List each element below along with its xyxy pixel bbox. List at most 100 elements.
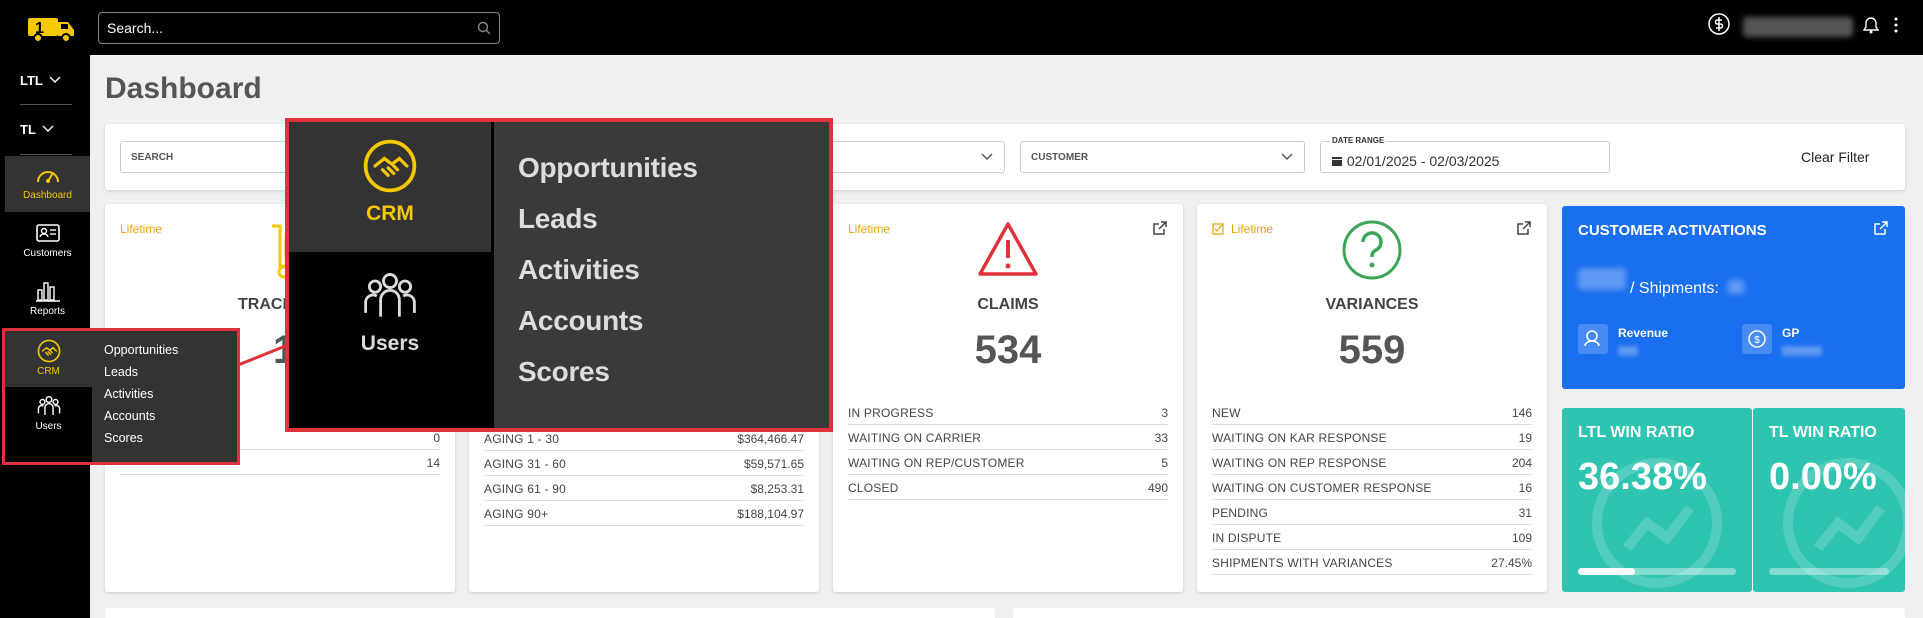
row-value: $59,571.65 (743, 457, 804, 471)
sidebar-item-label: Reports (29, 306, 65, 317)
sidebar-item-label: Users (360, 332, 420, 355)
calendar-icon (1332, 157, 1342, 166)
gp-value-redacted (1782, 346, 1822, 356)
sidebar-item-label: Dashboard (23, 190, 72, 201)
crm-flyout-nav: CRM Users (5, 331, 92, 462)
table-row: WAITING ON CUSTOMER RESPONSE 16 (1212, 475, 1532, 500)
table-row: AGING 31 - 60 $59,571.65 (484, 451, 804, 476)
row-value: 27.45% (1491, 556, 1532, 570)
sidebar-divider (20, 104, 72, 105)
sidebar-dropdown-label: TL (20, 121, 36, 137)
table-row: WAITING ON REP/CUSTOMER 5 (848, 450, 1168, 475)
row-value: 14 (426, 456, 440, 470)
chevron-down-icon (1281, 153, 1293, 161)
menu-item-opportunities[interactable]: Opportunities (92, 343, 237, 365)
table-row: WAITING ON KAR RESPONSE 19 (1212, 425, 1532, 450)
dollar-circle-icon: $ (1748, 330, 1766, 348)
row-value: 16 (1518, 481, 1532, 495)
sidebar-dropdown-ltl[interactable]: LTL (20, 65, 80, 95)
search-input[interactable] (99, 13, 459, 43)
external-link-icon[interactable] (1516, 220, 1532, 236)
row-value: 19 (1518, 431, 1532, 445)
activation-count-redacted (1578, 268, 1626, 290)
menu-item-opportunities[interactable]: Opportunities (494, 152, 829, 203)
menu-item-leads[interactable]: Leads (494, 203, 829, 254)
external-link-icon[interactable] (1873, 220, 1889, 236)
user-name-redacted[interactable] (1743, 17, 1853, 37)
external-link-icon[interactable] (1152, 220, 1168, 236)
menu-item-accounts[interactable]: Accounts (494, 305, 829, 356)
sidebar-item-crm[interactable]: CRM (5, 331, 92, 387)
bell-icon[interactable] (1863, 16, 1879, 34)
sidebar-item-dashboard[interactable]: Dashboard (5, 156, 90, 212)
menu-item-activities[interactable]: Activities (92, 387, 237, 409)
search-icon[interactable] (477, 21, 491, 35)
user-search-icon (1584, 330, 1600, 347)
table-row: IN PROGRESS 3 (848, 400, 1168, 425)
row-value: 204 (1511, 456, 1532, 470)
card-title: CUSTOMER ACTIVATIONS (1578, 222, 1767, 239)
menu-item-scores[interactable]: Scores (494, 356, 829, 407)
card-title: LTL WIN RATIO (1578, 424, 1695, 441)
row-value: 33 (1154, 431, 1168, 445)
row-value: $188,104.97 (737, 507, 804, 521)
id-card-icon (35, 224, 60, 242)
sidebar-divider (20, 154, 72, 155)
more-vertical-icon[interactable] (1893, 16, 1899, 34)
sidebar-dropdown-tl[interactable]: TL (20, 114, 80, 144)
crm-submenu-zoomed: Opportunities Leads Activities Accounts … (494, 122, 829, 428)
menu-item-scores[interactable]: Scores (92, 431, 237, 453)
gp-label: GP (1782, 326, 1800, 340)
menu-item-activities[interactable]: Activities (494, 254, 829, 305)
clear-filter-button[interactable]: Clear Filter (1801, 149, 1869, 165)
row-value: 146 (1511, 406, 1532, 420)
lifetime-label: Lifetime (848, 222, 891, 236)
dollar-coin-icon[interactable] (1707, 12, 1731, 36)
date-range-input[interactable]: 02/01/2025 - 02/03/2025 (1320, 141, 1610, 173)
win-ratio-value: 0.00% (1769, 456, 1877, 498)
tl-win-ratio-card: TL WIN RATIO 0.00% (1753, 408, 1905, 592)
question-circle-icon (1342, 220, 1402, 280)
crm-submenu-small: Opportunities Leads Activities Accounts … (92, 331, 237, 462)
revenue-value-redacted (1618, 346, 1638, 356)
truck-logo-icon[interactable]: 1 (26, 12, 76, 44)
menu-item-accounts[interactable]: Accounts (92, 409, 237, 431)
sidebar-item-users[interactable]: Users (5, 389, 92, 445)
row-label: WAITING ON REP/CUSTOMER (848, 456, 1025, 470)
search-filter-label: SEARCH (131, 151, 174, 163)
sidebar-item-users-zoomed[interactable]: Users (289, 256, 491, 376)
revenue-icon-box (1578, 324, 1608, 354)
card-title: CLAIMS (977, 296, 1039, 313)
win-ratio-value: 36.38% (1578, 456, 1707, 498)
table-row: SHIPMENTS WITH VARIANCES 27.45% (1212, 550, 1532, 575)
menu-item-leads[interactable]: Leads (92, 365, 237, 387)
chevron-down-icon (42, 125, 54, 132)
global-search[interactable] (98, 12, 500, 44)
sidebar-item-customers[interactable]: Customers (5, 214, 90, 270)
svg-text:1: 1 (35, 20, 44, 37)
handshake-icon (363, 139, 417, 193)
card-number: 534 (974, 328, 1042, 372)
crm-flyout-small: CRM Users Opportunities Leads Activities… (2, 328, 240, 465)
page-title: Dashboard (105, 72, 262, 105)
row-label: WAITING ON CARRIER (848, 431, 982, 445)
variances-card: Lifetime VARIANCES 559 NEW 146 WAITING O… (1197, 204, 1547, 592)
row-value: 490 (1147, 481, 1168, 495)
gp-icon-box: $ (1742, 324, 1772, 354)
sidebar-item-crm-zoomed[interactable]: CRM (289, 122, 491, 252)
row-value: 5 (1161, 456, 1168, 470)
sidebar-item-label: Customers (23, 248, 72, 259)
table-row: IN DISPUTE 109 (1212, 525, 1532, 550)
claims-card: Lifetime CLAIMS 534 IN PROGRESS 3 WAITIN… (833, 204, 1183, 592)
svg-text:$: $ (1754, 335, 1760, 346)
row-label: AGING 61 - 90 (484, 482, 566, 496)
sidebar-item-reports[interactable]: Reports (5, 272, 90, 328)
table-row: CLOSED 490 (848, 475, 1168, 500)
row-value: 0 (433, 431, 440, 445)
table-row: PENDING 31 (1212, 500, 1532, 525)
row-value: 109 (1511, 531, 1532, 545)
date-range-label: DATE RANGE (1330, 136, 1387, 145)
lifetime-label: Lifetime (120, 222, 163, 236)
row-label: AGING 1 - 30 (484, 432, 560, 446)
customer-filter[interactable]: CUSTOMER (1020, 141, 1305, 173)
